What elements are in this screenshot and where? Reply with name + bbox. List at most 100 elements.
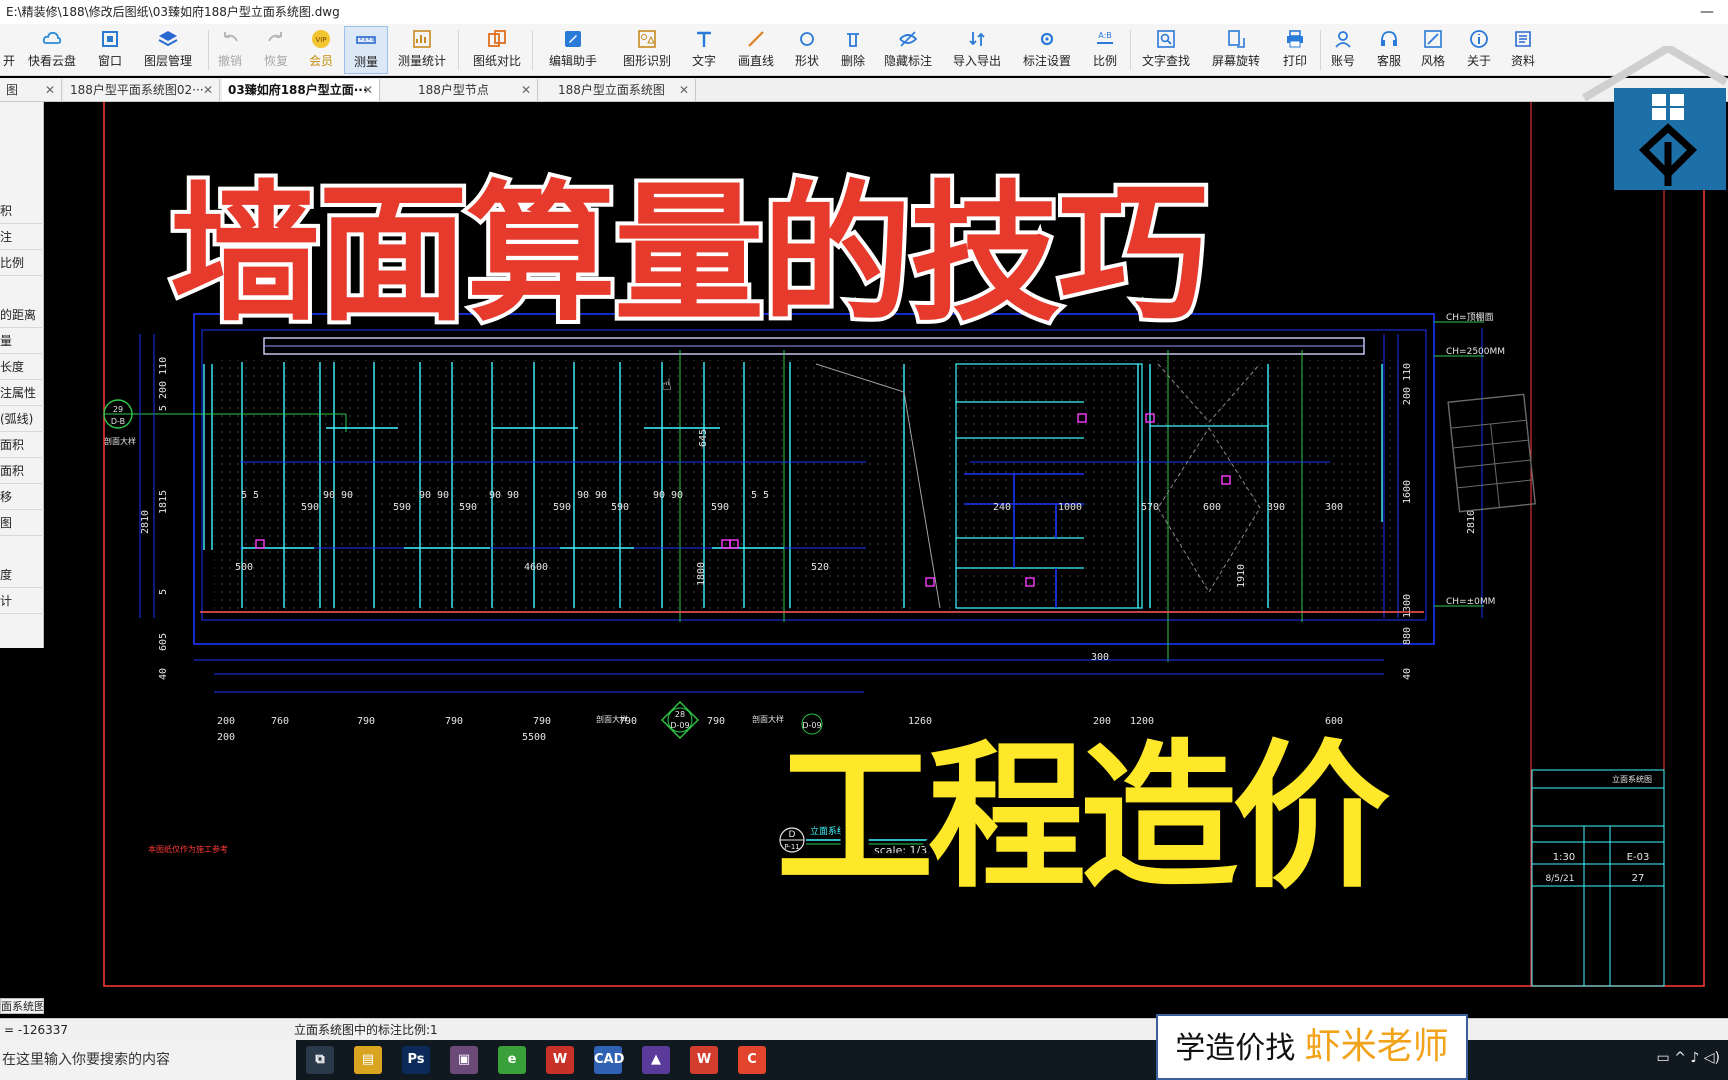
side-item[interactable]: 注 <box>0 224 44 250</box>
tab-drawing-1[interactable]: 图 ✕ <box>0 79 62 101</box>
taskbar-app-icon[interactable]: CAD <box>594 1046 624 1074</box>
tab-drawing-5[interactable]: 188户型立面系统图 ✕ <box>540 79 696 101</box>
vip-icon: VIP <box>312 30 330 48</box>
toolbar-about[interactable]: 关于 <box>1464 26 1494 74</box>
toolbar-account[interactable]: 账号 <box>1328 26 1358 74</box>
toolbar-text[interactable]: 文字 <box>690 26 718 74</box>
toolbar-delete[interactable]: 删除 <box>838 26 868 74</box>
toolbar-vip[interactable]: VIP 会员 <box>306 26 336 74</box>
materials-icon <box>1515 31 1531 47</box>
tab-close-icon[interactable]: ✕ <box>45 79 55 101</box>
taskbar-app-icon[interactable]: C <box>738 1046 766 1074</box>
overlay-title-top: 墙面算量的技巧 <box>166 164 1212 346</box>
dimension-text: 1300 <box>1402 594 1413 618</box>
dimension-text: 90 90 <box>577 490 607 501</box>
side-item[interactable]: 比例 <box>0 250 44 276</box>
toolbar-text-search[interactable]: 文字查找 <box>1140 26 1192 74</box>
toolbar-open[interactable]: 开 <box>0 26 18 74</box>
toolbar-materials[interactable]: 资料 <box>1508 26 1538 74</box>
screen-rotate-icon <box>1228 30 1245 48</box>
side-item[interactable]: 积 <box>0 198 44 224</box>
dimension-text: 300 <box>1325 502 1343 513</box>
side-item[interactable]: (弧线) <box>0 406 44 432</box>
svg-text:剖面大样: 剖面大样 <box>596 714 628 724</box>
toolbar-window[interactable]: 窗口 <box>94 26 126 74</box>
toolbar-line[interactable]: 画直线 <box>736 26 776 74</box>
left-tool-panel: 积 注 比例 的距离 量 长度 注属性 (弧线) 面积 面积 移 图 度 计 <box>0 102 44 648</box>
tab-drawing-4[interactable]: 188户型节点 ✕ <box>382 79 538 101</box>
dimension-text: 2810 <box>140 510 151 534</box>
toolbar-import-export[interactable]: 导入导出 <box>950 26 1004 74</box>
windows-taskbar: 在这里输入你要搜索的内容 ⧉ ▤ Ps ▣ e W CAD ▲ W C ▭ ^ ♪ ◁) <box>0 1040 1728 1080</box>
taskbar-app-icon[interactable]: ▲ <box>642 1046 670 1074</box>
dimension-text: 1910 <box>1236 564 1247 588</box>
dimension-text: 5 5 <box>241 490 259 501</box>
dimension-text: 590 <box>711 502 729 513</box>
taskbar-app-icon[interactable]: Ps <box>402 1046 430 1074</box>
toolbar-cloud[interactable]: 快看云盘 <box>24 26 80 74</box>
compare-icon <box>488 30 506 47</box>
dimension-text: 790 <box>445 716 463 727</box>
side-item[interactable]: 度 <box>0 562 44 588</box>
side-item[interactable]: 计 <box>0 588 44 614</box>
redo-icon <box>268 32 282 42</box>
toolbar-shape-recognize[interactable]: 图形识别 <box>620 26 674 74</box>
toolbar-scale[interactable]: A:B 比例 <box>1090 26 1120 74</box>
taskbar-search-input[interactable]: 在这里输入你要搜索的内容 <box>0 1040 296 1080</box>
main-toolbar: 开 快看云盘 窗口 图层管理 撤销 恢复 VIP 会员 测量 测量统计 图纸对比 … <box>0 24 1728 76</box>
toolbar-hide-annotation[interactable]: 隐藏标注 <box>882 26 934 74</box>
toolbar-screen-rotate[interactable]: 屏幕旋转 <box>1210 26 1262 74</box>
toolbar-measure-stats[interactable]: 测量统计 <box>396 26 448 74</box>
side-item[interactable]: 面积 <box>0 432 44 458</box>
toolbar-layers[interactable]: 图层管理 <box>140 26 196 74</box>
toolbar-redo[interactable]: 恢复 <box>260 26 292 74</box>
tab-close-icon[interactable]: ✕ <box>521 79 531 101</box>
dimension-text: 645 <box>698 429 709 447</box>
overlay-title-bottom: 工程造价 <box>771 723 1395 913</box>
titleblock-sheet: E-03 <box>1627 852 1650 863</box>
toolbar-annotation-settings[interactable]: 标注设置 <box>1020 26 1074 74</box>
dimension-text: 90 90 <box>489 490 519 501</box>
toolbar-undo[interactable]: 撤销 <box>214 26 246 74</box>
annotation-settings-icon <box>1040 32 1054 46</box>
toolbar-shape[interactable]: 形状 <box>792 26 822 74</box>
tab-close-icon[interactable]: ✕ <box>363 79 373 101</box>
side-item[interactable]: 图 <box>0 510 44 536</box>
taskbar-app-icon[interactable]: W <box>690 1046 718 1074</box>
side-item[interactable]: 移 <box>0 484 44 510</box>
dimension-text: 40 <box>158 668 169 680</box>
tab-close-icon[interactable]: ✕ <box>679 79 689 101</box>
tab-drawing-3[interactable]: 03臻如府188户型立面··· ✕ <box>222 79 380 101</box>
dimension-text: 200 <box>217 716 235 727</box>
titleblock-date: 8/5/21 <box>1546 874 1575 884</box>
side-item[interactable]: 量 <box>0 328 44 354</box>
taskbar-app-icon[interactable]: W <box>546 1046 574 1074</box>
dimension-text: 1800 <box>696 562 707 586</box>
tab-close-icon[interactable]: ✕ <box>203 79 213 101</box>
taskbar-app-icon[interactable]: ▤ <box>354 1046 382 1074</box>
coordinate-readout: = -126337 <box>4 1023 69 1037</box>
toolbar-measure[interactable]: 测量 <box>344 26 388 74</box>
toolbar-support[interactable]: 客服 <box>1374 26 1404 74</box>
taskbar-app-icon[interactable]: ⧉ <box>306 1046 334 1074</box>
taskbar-app-icon[interactable]: e <box>498 1046 526 1074</box>
dimension-text: 520 <box>811 562 829 573</box>
edit-assistant-icon <box>565 31 581 47</box>
hide-annotation-icon <box>899 31 918 47</box>
minimize-button[interactable]: — <box>1700 0 1714 24</box>
side-item[interactable]: 长度 <box>0 354 44 380</box>
document-tabs: 图 ✕ 188户型平面系统图02··· ✕ 03臻如府188户型立面··· ✕ 188… <box>0 78 1728 102</box>
side-item[interactable]: 注属性 <box>0 380 44 406</box>
dimension-text: 590 <box>459 502 477 513</box>
tab-drawing-2[interactable]: 188户型平面系统图02··· ✕ <box>64 79 220 101</box>
toolbar-compare[interactable]: 图纸对比 <box>470 26 524 74</box>
toolbar-edit-assistant[interactable]: 编辑助手 <box>546 26 600 74</box>
side-item[interactable]: 的距离 <box>0 302 44 328</box>
model-tab[interactable]: 面系统图 <box>0 998 44 1014</box>
toolbar-print[interactable]: 打印 <box>1280 26 1310 74</box>
taskbar-app-icon[interactable]: ▣ <box>450 1046 478 1074</box>
system-tray[interactable]: ▭ ^ ♪ ◁) <box>1657 1050 1720 1066</box>
dimension-text: 1815 <box>158 490 169 514</box>
side-item[interactable]: 面积 <box>0 458 44 484</box>
toolbar-style[interactable]: 风格 <box>1418 26 1448 74</box>
